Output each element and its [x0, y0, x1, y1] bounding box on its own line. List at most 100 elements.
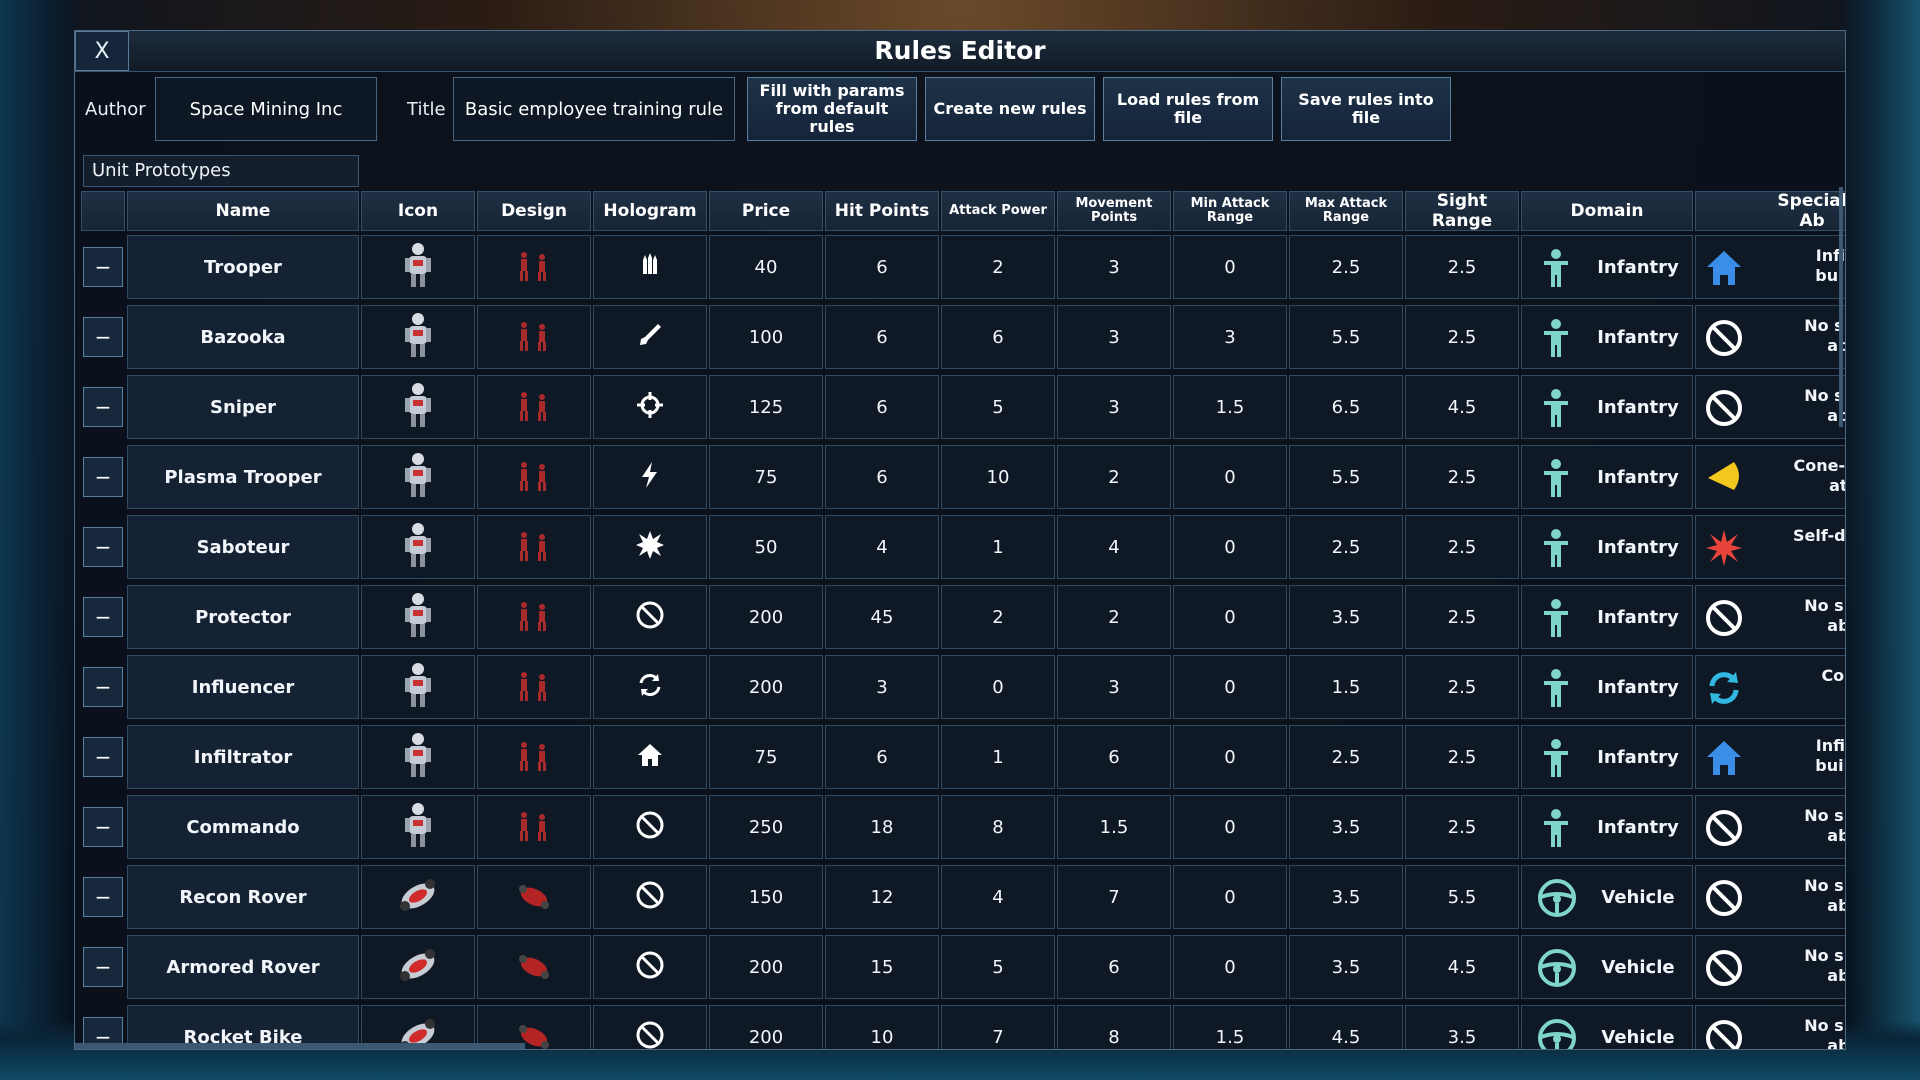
attack-cell[interactable]: 10 — [941, 445, 1055, 509]
min-range-cell[interactable]: 0 — [1173, 515, 1287, 579]
domain-cell[interactable]: Vehicle — [1521, 1005, 1693, 1049]
unit-name-cell[interactable]: Protector — [127, 585, 359, 649]
unit-name-cell[interactable]: Armored Rover — [127, 935, 359, 999]
price-cell[interactable]: 75 — [709, 725, 823, 789]
unit-name-cell[interactable]: Recon Rover — [127, 865, 359, 929]
attack-cell[interactable]: 5 — [941, 935, 1055, 999]
remove-row-button[interactable]: − — [83, 667, 123, 707]
hp-cell[interactable]: 4 — [825, 515, 939, 579]
sight-cell[interactable]: 2.5 — [1405, 235, 1519, 299]
min-range-cell[interactable]: 0 — [1173, 445, 1287, 509]
unit-hologram-cell[interactable] — [593, 585, 707, 649]
special-ability-cell[interactable]: No speabili — [1695, 375, 1845, 439]
movement-cell[interactable]: 3 — [1057, 655, 1171, 719]
movement-cell[interactable]: 6 — [1057, 725, 1171, 789]
attack-cell[interactable]: 7 — [941, 1005, 1055, 1049]
unit-hologram-cell[interactable] — [593, 445, 707, 509]
attack-cell[interactable]: 2 — [941, 235, 1055, 299]
hp-cell[interactable]: 15 — [825, 935, 939, 999]
unit-icon-cell[interactable] — [361, 655, 475, 719]
unit-name-cell[interactable]: Saboteur — [127, 515, 359, 579]
unit-design-cell[interactable] — [477, 655, 591, 719]
unit-hologram-cell[interactable] — [593, 935, 707, 999]
remove-row-button[interactable]: − — [83, 387, 123, 427]
unit-icon-cell[interactable] — [361, 375, 475, 439]
domain-cell[interactable]: Vehicle — [1521, 935, 1693, 999]
movement-cell[interactable]: 7 — [1057, 865, 1171, 929]
remove-row-button[interactable]: − — [83, 597, 123, 637]
price-cell[interactable]: 200 — [709, 1005, 823, 1049]
max-range-cell[interactable]: 2.5 — [1289, 235, 1403, 299]
attack-cell[interactable]: 6 — [941, 305, 1055, 369]
author-field[interactable]: Space Mining Inc — [155, 77, 377, 141]
attack-cell[interactable]: 2 — [941, 585, 1055, 649]
min-range-cell[interactable]: 0 — [1173, 655, 1287, 719]
unit-icon-cell[interactable] — [361, 795, 475, 859]
unit-hologram-cell[interactable] — [593, 305, 707, 369]
unit-hologram-cell[interactable] — [593, 655, 707, 719]
movement-cell[interactable]: 3 — [1057, 375, 1171, 439]
remove-row-button[interactable]: − — [83, 247, 123, 287]
special-ability-cell[interactable]: No speabili — [1695, 305, 1845, 369]
domain-cell[interactable]: Infantry — [1521, 655, 1693, 719]
movement-cell[interactable]: 2 — [1057, 585, 1171, 649]
price-cell[interactable]: 50 — [709, 515, 823, 579]
sight-cell[interactable]: 2.5 — [1405, 305, 1519, 369]
special-ability-cell[interactable]: Infiltrbuildi — [1695, 235, 1845, 299]
price-cell[interactable]: 250 — [709, 795, 823, 859]
unit-name-cell[interactable]: Sniper — [127, 375, 359, 439]
min-range-cell[interactable]: 3 — [1173, 305, 1287, 369]
sight-cell[interactable]: 5.5 — [1405, 865, 1519, 929]
movement-cell[interactable]: 2 — [1057, 445, 1171, 509]
special-ability-cell[interactable]: No speabili — [1695, 795, 1845, 859]
max-range-cell[interactable]: 5.5 — [1289, 445, 1403, 509]
unit-design-cell[interactable] — [477, 865, 591, 929]
unit-design-cell[interactable] — [477, 515, 591, 579]
unit-icon-cell[interactable] — [361, 725, 475, 789]
sight-cell[interactable]: 2.5 — [1405, 515, 1519, 579]
hp-cell[interactable]: 45 — [825, 585, 939, 649]
unit-name-cell[interactable]: Influencer — [127, 655, 359, 719]
attack-cell[interactable]: 1 — [941, 515, 1055, 579]
unit-name-cell[interactable]: Trooper — [127, 235, 359, 299]
sight-cell[interactable]: 2.5 — [1405, 585, 1519, 649]
max-range-cell[interactable]: 3.5 — [1289, 795, 1403, 859]
special-ability-cell[interactable]: No speabili — [1695, 935, 1845, 999]
remove-row-button[interactable]: − — [83, 527, 123, 567]
max-range-cell[interactable]: 3.5 — [1289, 585, 1403, 649]
vertical-scrollbar[interactable] — [1839, 187, 1843, 427]
hp-cell[interactable]: 6 — [825, 305, 939, 369]
price-cell[interactable]: 200 — [709, 655, 823, 719]
unit-name-cell[interactable]: Plasma Trooper — [127, 445, 359, 509]
price-cell[interactable]: 125 — [709, 375, 823, 439]
attack-cell[interactable]: 8 — [941, 795, 1055, 859]
sight-cell[interactable]: 4.5 — [1405, 935, 1519, 999]
unit-design-cell[interactable] — [477, 375, 591, 439]
hp-cell[interactable]: 6 — [825, 445, 939, 509]
remove-row-button[interactable]: − — [83, 877, 123, 917]
unit-design-cell[interactable] — [477, 305, 591, 369]
price-cell[interactable]: 75 — [709, 445, 823, 509]
movement-cell[interactable]: 4 — [1057, 515, 1171, 579]
sight-cell[interactable]: 2.5 — [1405, 795, 1519, 859]
unit-design-cell[interactable] — [477, 795, 591, 859]
domain-cell[interactable]: Infantry — [1521, 585, 1693, 649]
movement-cell[interactable]: 6 — [1057, 935, 1171, 999]
domain-cell[interactable]: Infantry — [1521, 445, 1693, 509]
min-range-cell[interactable]: 0 — [1173, 935, 1287, 999]
remove-row-button[interactable]: − — [83, 807, 123, 847]
unit-design-cell[interactable] — [477, 935, 591, 999]
price-cell[interactable]: 200 — [709, 935, 823, 999]
sight-cell[interactable]: 2.5 — [1405, 725, 1519, 789]
save-rules-button[interactable]: Save rules into file — [1281, 77, 1451, 141]
sight-cell[interactable]: 4.5 — [1405, 375, 1519, 439]
unit-icon-cell[interactable] — [361, 445, 475, 509]
min-range-cell[interactable]: 0 — [1173, 585, 1287, 649]
price-cell[interactable]: 150 — [709, 865, 823, 929]
unit-hologram-cell[interactable] — [593, 795, 707, 859]
max-range-cell[interactable]: 4.5 — [1289, 1005, 1403, 1049]
max-range-cell[interactable]: 1.5 — [1289, 655, 1403, 719]
title-field[interactable]: Basic employee training rule — [453, 77, 735, 141]
hp-cell[interactable]: 6 — [825, 375, 939, 439]
sight-cell[interactable]: 2.5 — [1405, 445, 1519, 509]
